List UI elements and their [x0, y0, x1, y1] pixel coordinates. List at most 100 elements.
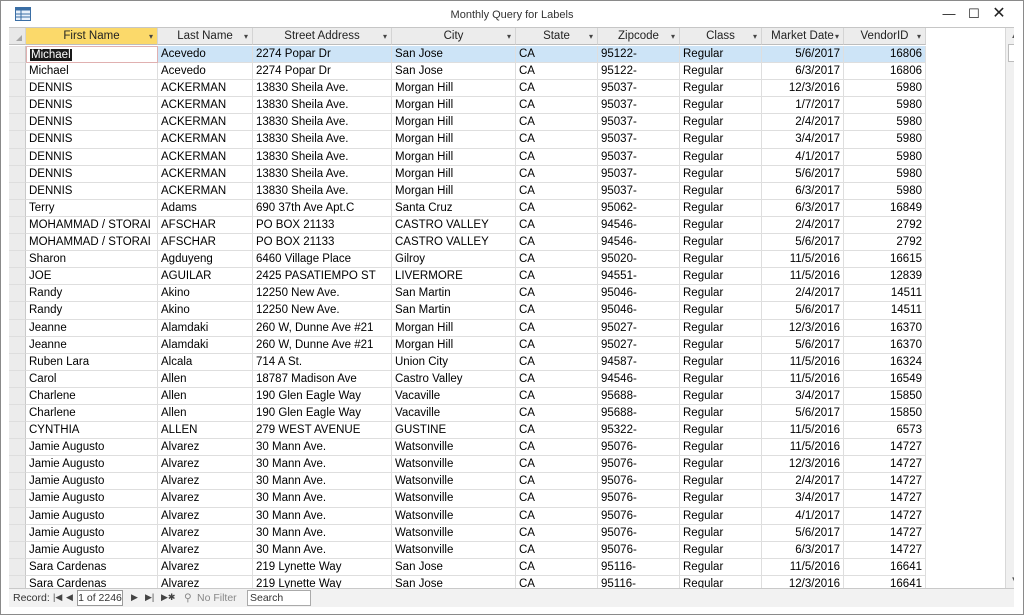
- table-cell[interactable]: 95037-: [598, 165, 680, 183]
- table-cell[interactable]: DENNIS: [26, 80, 158, 98]
- table-cell[interactable]: 95046-: [598, 285, 680, 303]
- table-cell[interactable]: 260 W, Dunne Ave #21: [253, 319, 392, 337]
- table-cell[interactable]: Watsonville: [392, 439, 516, 457]
- table-cell[interactable]: 6/3/2017: [762, 199, 844, 217]
- table-cell[interactable]: 16370: [844, 319, 926, 337]
- row-selector[interactable]: [9, 404, 26, 423]
- table-cell[interactable]: 14727: [844, 473, 926, 491]
- table-cell[interactable]: Alamdaki: [158, 319, 253, 337]
- table-cell[interactable]: Sara Cardenas: [26, 575, 158, 588]
- next-record-icon[interactable]: ▶: [131, 592, 138, 603]
- table-cell[interactable]: Alamdaki: [158, 336, 253, 354]
- column-header-market-date[interactable]: Market Date ▾: [762, 28, 844, 45]
- table-cell[interactable]: Jamie Augusto: [26, 439, 158, 457]
- table-cell[interactable]: Regular: [680, 541, 762, 559]
- table-cell[interactable]: Morgan Hill: [392, 148, 516, 166]
- table-cell[interactable]: 6573: [844, 422, 926, 440]
- row-selector[interactable]: [9, 285, 26, 303]
- table-cell[interactable]: 2425 PASATIEMPO ST: [253, 268, 392, 286]
- table-cell[interactable]: 5980: [844, 97, 926, 115]
- table-cell[interactable]: 30 Mann Ave.: [253, 473, 392, 491]
- row-selector[interactable]: [9, 507, 26, 525]
- table-cell[interactable]: Union City: [392, 353, 516, 371]
- table-cell[interactable]: 2/4/2017: [762, 473, 844, 491]
- table-cell[interactable]: Regular: [680, 336, 762, 354]
- table-row[interactable]: Jamie Augusto Alvarez 30 Mann Ave. Watsonvi…: [9, 473, 926, 491]
- table-cell[interactable]: 4/1/2017: [762, 507, 844, 525]
- table-cell[interactable]: 16324: [844, 353, 926, 371]
- table-cell[interactable]: CA: [516, 319, 598, 337]
- table-cell[interactable]: 279 WEST AVENUE: [253, 422, 392, 440]
- table-cell[interactable]: 190 Glen Eagle Way: [253, 387, 392, 405]
- column-header-last-name[interactable]: Last Name ▾: [158, 28, 253, 45]
- table-cell[interactable]: 95076-: [598, 473, 680, 491]
- table-cell[interactable]: Regular: [680, 148, 762, 166]
- table-cell[interactable]: CA: [516, 285, 598, 303]
- table-cell[interactable]: 11/5/2016: [762, 353, 844, 371]
- table-cell[interactable]: 30 Mann Ave.: [253, 456, 392, 474]
- table-cell[interactable]: 16549: [844, 370, 926, 388]
- table-cell[interactable]: CA: [516, 507, 598, 525]
- table-cell[interactable]: Regular: [680, 319, 762, 337]
- table-cell[interactable]: San Jose: [392, 46, 516, 64]
- table-cell[interactable]: Jamie Augusto: [26, 490, 158, 508]
- column-header-class[interactable]: Class ▾: [680, 28, 762, 45]
- current-record-field[interactable]: 1 of 2246: [77, 590, 123, 606]
- table-cell[interactable]: AFSCHAR: [158, 216, 253, 235]
- sort-filter-dropdown-icon[interactable]: ▾: [383, 28, 387, 45]
- table-cell[interactable]: 2792: [844, 216, 926, 235]
- scroll-thumb[interactable]: [1008, 44, 1014, 62]
- sort-filter-dropdown-icon[interactable]: ▾: [149, 28, 153, 45]
- row-selector[interactable]: [9, 268, 26, 286]
- table-row[interactable]: Charlene Allen 190 Glen Eagle Way Vacaville…: [9, 387, 926, 405]
- row-selector[interactable]: [9, 524, 26, 542]
- table-cell[interactable]: San Jose: [392, 575, 516, 588]
- table-cell[interactable]: Jeanne: [26, 319, 158, 337]
- table-cell[interactable]: 95076-: [598, 490, 680, 508]
- row-selector[interactable]: [9, 302, 26, 320]
- table-cell[interactable]: CA: [516, 63, 598, 81]
- table-cell[interactable]: CA: [516, 456, 598, 474]
- table-cell[interactable]: 13830 Sheila Ave.: [253, 182, 392, 200]
- table-cell[interactable]: 5980: [844, 114, 926, 132]
- table-cell[interactable]: 14727: [844, 439, 926, 457]
- table-cell[interactable]: 2274 Popar Dr: [253, 63, 392, 81]
- table-cell[interactable]: Regular: [680, 285, 762, 303]
- table-row[interactable]: Jamie Augusto Alvarez 30 Mann Ave. Watsonvi…: [9, 456, 926, 474]
- table-cell[interactable]: 1/7/2017: [762, 97, 844, 115]
- table-cell[interactable]: CA: [516, 97, 598, 115]
- table-cell[interactable]: Regular: [680, 404, 762, 423]
- column-header-state[interactable]: State ▾: [516, 28, 598, 45]
- table-cell[interactable]: Regular: [680, 97, 762, 115]
- table-cell[interactable]: 95688-: [598, 387, 680, 405]
- table-cell[interactable]: 11/5/2016: [762, 251, 844, 269]
- table-cell[interactable]: 94551-: [598, 268, 680, 286]
- table-cell[interactable]: CA: [516, 148, 598, 166]
- row-selector[interactable]: [9, 182, 26, 200]
- table-row[interactable]: Jamie Augusto Alvarez 30 Mann Ave. Watsonvi…: [9, 490, 926, 508]
- table-cell[interactable]: CASTRO VALLEY: [392, 234, 516, 252]
- table-cell[interactable]: 15850: [844, 404, 926, 423]
- table-cell[interactable]: 95020-: [598, 251, 680, 269]
- table-row[interactable]: Michael Acevedo 2274 Popar Dr San Jose CA 951…: [9, 46, 926, 64]
- table-cell[interactable]: Jamie Augusto: [26, 473, 158, 491]
- table-cell[interactable]: 16806: [844, 46, 926, 64]
- row-selector[interactable]: [9, 251, 26, 269]
- table-cell[interactable]: 14727: [844, 456, 926, 474]
- column-header-zipcode[interactable]: Zipcode ▾: [598, 28, 680, 45]
- table-cell[interactable]: Regular: [680, 302, 762, 320]
- table-cell[interactable]: Regular: [680, 439, 762, 457]
- table-cell[interactable]: ACKERMAN: [158, 114, 253, 132]
- table-cell[interactable]: 14511: [844, 302, 926, 320]
- table-cell[interactable]: JOE: [26, 268, 158, 286]
- table-cell[interactable]: 5/6/2017: [762, 46, 844, 64]
- table-cell[interactable]: Alvarez: [158, 473, 253, 491]
- table-cell[interactable]: CA: [516, 216, 598, 235]
- table-cell[interactable]: Vacaville: [392, 404, 516, 423]
- table-row[interactable]: JOE AGUILAR 2425 PASATIEMPO ST LIVERMORE CA 9…: [9, 268, 926, 286]
- row-selector[interactable]: [9, 473, 26, 491]
- select-all-corner[interactable]: [9, 28, 26, 45]
- table-cell[interactable]: 190 Glen Eagle Way: [253, 404, 392, 423]
- table-cell[interactable]: Regular: [680, 456, 762, 474]
- table-cell[interactable]: DENNIS: [26, 148, 158, 166]
